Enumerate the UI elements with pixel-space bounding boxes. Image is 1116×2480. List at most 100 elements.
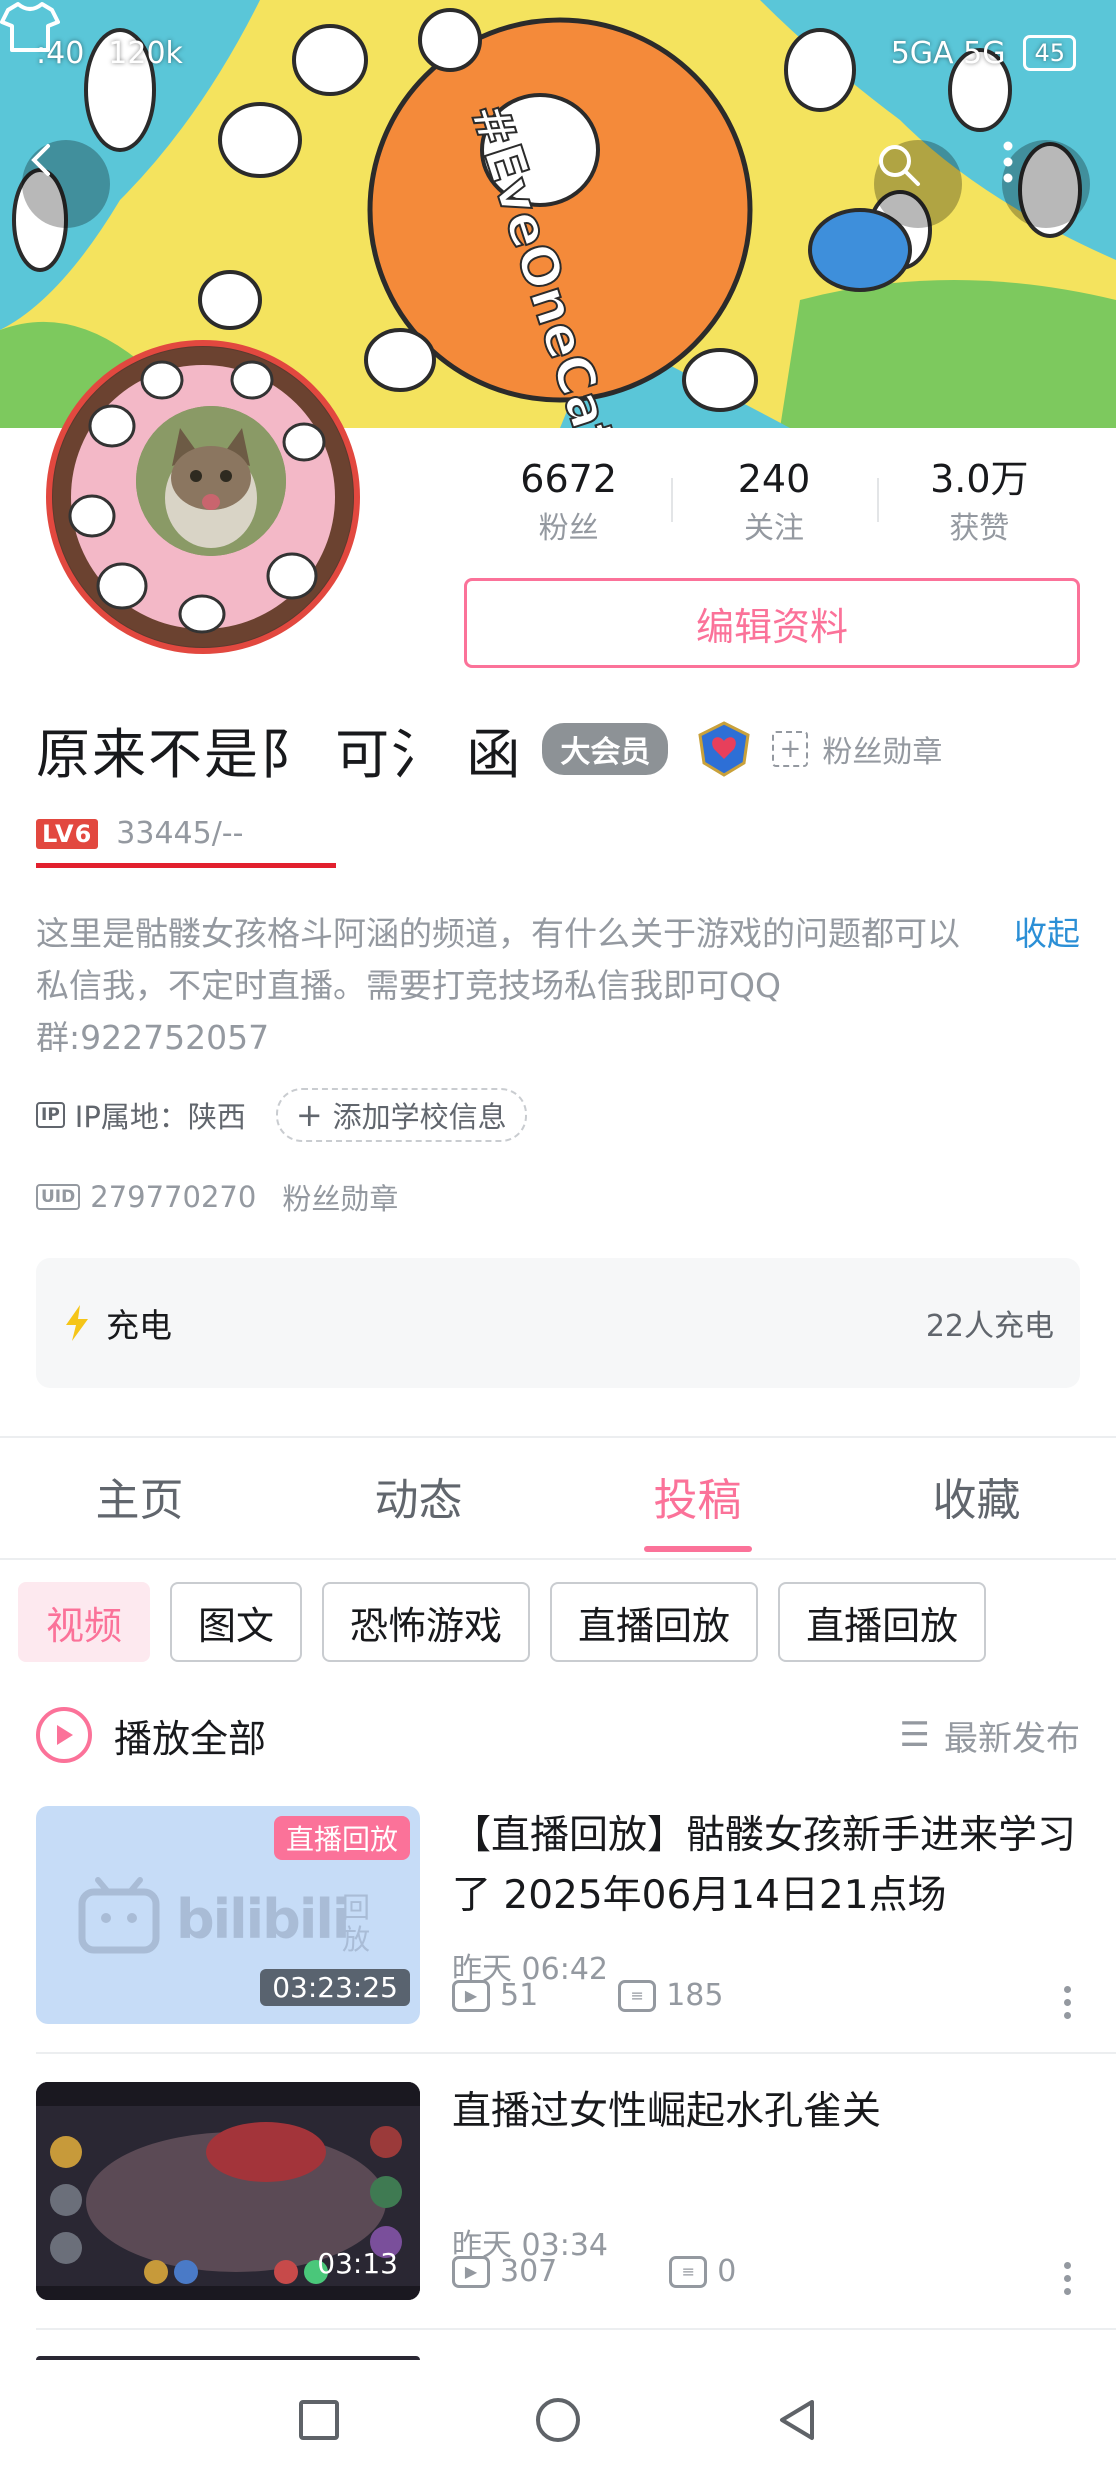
back-button[interactable] — [22, 140, 110, 228]
plus-icon: + — [295, 1096, 323, 1134]
section-divider — [0, 1436, 1116, 1438]
play-count: 307 — [500, 2254, 558, 2289]
medal-icon[interactable] — [694, 719, 754, 779]
ip-icon: IP — [36, 1102, 65, 1128]
followers-stat[interactable]: 6672 粉丝 — [466, 452, 671, 552]
followers-count: 6672 — [520, 457, 618, 501]
charge-count: 22人充电 — [925, 1309, 1054, 1344]
play-all-label[interactable]: 播放全部 — [114, 1708, 266, 1763]
video-stats: ▶ 51 ≡ 185 — [452, 1978, 723, 2013]
comment-icon: ≡ — [669, 2255, 708, 2288]
likes-label: 获赞 — [949, 511, 1010, 546]
video-item[interactable]: bilibili 回放 直播回放 03:23:25 【直播回放】骷髅女孩新手进来… — [36, 1806, 1080, 2024]
play-all-button[interactable] — [36, 1707, 92, 1763]
ip-row: IP IP属地：陕西 + 添加学校信息 — [36, 1088, 527, 1142]
likes-stat[interactable]: 3.0万 获赞 — [876, 452, 1082, 552]
followers-label: 粉丝 — [538, 511, 599, 546]
video-thumbnail[interactable]: bilibili 回放 直播回放 03:23:25 — [36, 1806, 420, 2024]
uid-fan-medal-label[interactable]: 粉丝勋章 — [282, 1176, 398, 1218]
chip-live-replay[interactable]: 直播回放 — [550, 1582, 759, 1662]
video-title[interactable]: 【直播回放】骷髅女孩新手进来学习了 2025年06月14日21点场 — [452, 1806, 1080, 1926]
search-button[interactable] — [874, 140, 962, 228]
battery-icon: 45 — [1023, 35, 1076, 71]
vip-badge[interactable]: 大会员 — [542, 723, 669, 775]
chip-video[interactable]: 视频 — [18, 1582, 151, 1662]
likes-count: 3.0万 — [930, 457, 1029, 501]
list-icon: ☰ — [899, 1715, 930, 1755]
comment-icon: ≡ — [618, 1979, 657, 2012]
video-duration: 03:13 — [317, 2247, 398, 2280]
video-duration: 03:23:25 — [260, 1969, 410, 2006]
tabs-divider — [0, 1558, 1116, 1560]
comment-count: 185 — [666, 1978, 724, 2013]
fan-medal-button[interactable]: + 粉丝勋章 — [772, 727, 942, 771]
tab-dynamics[interactable]: 动态 — [279, 1456, 558, 1556]
ip-location: IP属地：陕西 — [74, 1100, 246, 1134]
charge-panel[interactable]: 充电 22人充电 — [36, 1258, 1080, 1388]
chip-live-replay-2[interactable]: 直播回放 — [778, 1582, 987, 1662]
play-count: 51 — [500, 1978, 539, 2013]
video-stats: ▶ 307 ≡ 0 — [452, 2254, 736, 2289]
play-icon — [57, 1725, 73, 1745]
play-all-row: 播放全部 ☰ 最新发布 — [36, 1700, 1080, 1770]
status-speed: 120k — [108, 35, 183, 71]
row-divider — [36, 2328, 1116, 2330]
uid-row: UID 279770270 粉丝勋章 — [36, 1176, 398, 1218]
charge-title: 充电 — [106, 1306, 172, 1345]
lightning-icon — [66, 1305, 88, 1341]
chip-horror-games[interactable]: 恐怖游戏 — [322, 1582, 531, 1662]
video-title[interactable]: 直播过女性崛起水孔雀关 — [452, 2082, 1080, 2142]
profile-tabs: 主页 动态 投稿 收藏 — [0, 1456, 1116, 1556]
level-badge: LV6 — [36, 818, 99, 849]
replay-placeholder-text: 回放 — [342, 1891, 371, 1956]
sort-label: 最新发布 — [944, 1718, 1080, 1759]
bilibili-placeholder-text: bilibili — [176, 1888, 350, 1951]
uid-icon: UID — [36, 1184, 81, 1210]
video-item[interactable]: 03:13 直播过女性崛起水孔雀关 昨天 03:34 ▶ 307 ≡ 0 — [36, 2082, 1080, 2300]
more-vertical-icon — [1003, 141, 1013, 183]
video-more-button[interactable] — [1064, 2262, 1074, 2295]
back-triangle-icon[interactable] — [776, 2398, 818, 2442]
level-row: LV6 33445/-- — [36, 816, 243, 851]
tab-home[interactable]: 主页 — [0, 1456, 279, 1556]
recents-square-icon[interactable] — [298, 2399, 340, 2441]
row-divider — [36, 2052, 1116, 2054]
video-more-button[interactable] — [1064, 1986, 1074, 2019]
dress-up-icon[interactable] — [0, 0, 60, 54]
exp-bar — [36, 863, 336, 868]
exp-value: 33445/-- — [116, 816, 244, 851]
comment-count: 0 — [717, 2254, 737, 2289]
status-network: 5GA 5G — [890, 35, 1006, 71]
bio-text: 这里是骷髅女孩格斗阿涵的频道，有什么关于游戏的问题都可以私信我，不定时直播。需要… — [36, 914, 960, 1057]
live-replay-badge: 直播回放 — [273, 1816, 410, 1860]
more-button[interactable] — [1002, 140, 1090, 228]
status-bar: :40 120k 5GA 5G 45 — [36, 30, 1076, 76]
following-stat[interactable]: 240 关注 — [671, 452, 876, 552]
category-chips: 视频 图文 恐怖游戏 直播回放 直播回放 — [18, 1582, 987, 1662]
tab-uploads[interactable]: 投稿 — [558, 1456, 837, 1556]
username: 原来不是阝 可氵 函 — [36, 722, 523, 786]
video-thumbnail[interactable]: 03:13 — [36, 2082, 420, 2300]
name-row: 原来不是阝 可氵 函 大会员 + 粉丝勋章 — [36, 714, 942, 786]
uid-value[interactable]: 279770270 — [90, 1180, 256, 1214]
play-count-icon: ▶ — [452, 2255, 490, 2288]
tab-favorites[interactable]: 收藏 — [837, 1456, 1116, 1556]
chip-image-text[interactable]: 图文 — [170, 1582, 303, 1662]
collapse-link[interactable]: 收起 — [1014, 908, 1080, 960]
system-nav-bar — [0, 2360, 1116, 2480]
avatar[interactable] — [46, 340, 360, 654]
add-medal-icon: + — [772, 731, 809, 767]
chevron-left-icon — [31, 144, 50, 176]
following-label: 关注 — [743, 511, 804, 546]
following-count: 240 — [737, 457, 811, 501]
cat-photo — [136, 406, 286, 556]
add-school-button[interactable]: + 添加学校信息 — [275, 1088, 527, 1142]
sort-button[interactable]: ☰ 最新发布 — [900, 1711, 1080, 1760]
add-school-label: 添加学校信息 — [332, 1100, 507, 1134]
play-count-icon: ▶ — [452, 1979, 490, 2012]
search-icon — [879, 145, 920, 186]
home-circle-icon[interactable] — [535, 2397, 581, 2443]
profile-stats: 6672 粉丝 240 关注 3.0万 获赞 — [466, 452, 1082, 552]
edit-profile-button[interactable]: 编辑资料 — [464, 578, 1080, 668]
bio: 这里是骷髅女孩格斗阿涵的频道，有什么关于游戏的问题都可以私信我，不定时直播。需要… — [36, 908, 1080, 1064]
